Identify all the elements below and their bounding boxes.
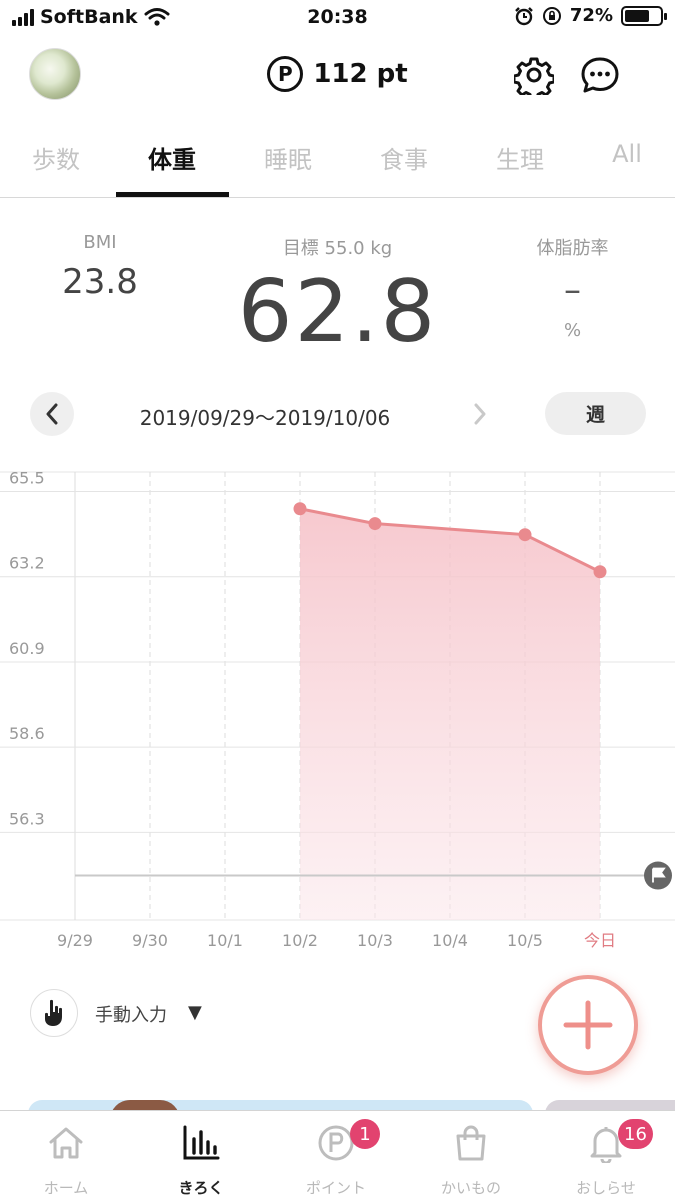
tab-weight[interactable]: 体重	[117, 140, 227, 175]
manual-input-label[interactable]: 手動入力	[95, 1001, 167, 1027]
x-tick-label: 10/4	[432, 931, 468, 950]
nav-shopping-label: かいもの	[440, 1179, 501, 1197]
bmi-value: 23.8	[62, 262, 138, 302]
weight-point	[518, 528, 532, 542]
x-tick-label: 10/2	[282, 931, 318, 950]
battery-level	[625, 9, 650, 22]
tab-all[interactable]: All	[572, 140, 675, 168]
nav-home[interactable]: ホーム	[6, 1111, 126, 1200]
nav-home-label: ホーム	[43, 1179, 89, 1197]
chevron-left-icon	[46, 403, 58, 425]
nav-points-label: ポイント	[305, 1179, 366, 1197]
nav-record[interactable]: きろく	[141, 1111, 261, 1200]
nav-record-label: きろく	[178, 1179, 224, 1197]
y-tick-label: 65.5	[9, 469, 45, 488]
weight-point	[368, 517, 382, 531]
shopping-bag-icon	[456, 1125, 486, 1161]
y-tick-label: 63.2	[9, 554, 45, 573]
nav-points[interactable]: 1 ポイント	[276, 1111, 396, 1200]
nav-notifications[interactable]: 16 おしらせ	[546, 1111, 666, 1200]
body-fat-unit: %	[563, 320, 582, 341]
nav-notifications-label: おしらせ	[576, 1179, 636, 1197]
add-record-button[interactable]	[538, 975, 638, 1075]
chart-icon	[183, 1125, 220, 1160]
weight-chart: 65.5 63.2 60.9 58.6 56.3 9/29 9/30 10/1 10/2 10/3…	[0, 469, 675, 950]
chart-area	[300, 508, 600, 920]
body-fat-label: 体脂肪率	[536, 238, 609, 259]
status-right: 72%	[514, 5, 667, 26]
current-weight: 62.8	[237, 262, 438, 362]
chat-icon[interactable]	[580, 55, 620, 95]
x-tick-label: 9/29	[57, 931, 93, 950]
hand-icon	[45, 999, 62, 1026]
y-tick-label: 60.9	[9, 639, 45, 658]
bottom-navigation: ホーム きろく 1 ポイント かいもの 16 おしらせ	[0, 1110, 675, 1200]
weight-point	[293, 502, 307, 516]
bmi-label: BMI	[83, 232, 117, 253]
nav-shopping[interactable]: かいもの	[411, 1111, 531, 1200]
y-tick-label: 56.3	[9, 809, 45, 828]
next-week-button[interactable]	[462, 392, 498, 436]
chevron-right-icon	[474, 403, 486, 425]
active-tab-indicator	[116, 192, 229, 197]
tab-meal[interactable]: 食事	[349, 140, 459, 175]
home-icon	[49, 1127, 83, 1159]
goal-weight-label: 目標 55.0 kg	[282, 238, 393, 259]
points-value: 112 pt	[313, 59, 408, 89]
tab-steps[interactable]: 歩数	[1, 140, 111, 175]
status-bar: SoftBank 20:38 72%	[0, 0, 675, 36]
x-tick-label: 10/1	[207, 931, 243, 950]
point-icon: P	[267, 56, 304, 92]
previous-week-button[interactable]	[30, 392, 74, 436]
x-tick-label: 10/3	[357, 931, 393, 950]
battery-percent: 72%	[569, 5, 613, 26]
alarm-icon	[515, 6, 533, 25]
y-tick-label: 58.6	[9, 724, 45, 743]
points-display[interactable]: P 112 pt	[0, 56, 675, 92]
tab-sleep[interactable]: 睡眠	[233, 140, 343, 175]
weight-area	[300, 508, 600, 920]
weight-point	[593, 565, 607, 579]
date-range: 2019/09/29〜2019/10/06	[139, 406, 391, 430]
orientation-lock-icon	[542, 6, 561, 25]
x-tick-label: 10/5	[507, 931, 543, 950]
tab-period[interactable]: 生理	[465, 140, 575, 175]
battery-icon	[621, 5, 667, 26]
x-tick-label: 今日	[584, 931, 616, 950]
plus-icon	[563, 1000, 613, 1050]
notifications-badge: 16	[618, 1119, 653, 1149]
body-fat-value: –	[564, 270, 581, 310]
points-badge: 1	[350, 1119, 380, 1149]
manual-input-button[interactable]	[30, 989, 78, 1037]
period-toggle-button[interactable]: 週	[545, 392, 646, 435]
dropdown-arrow-icon[interactable]: ▼	[188, 1002, 202, 1023]
gear-icon[interactable]	[514, 55, 554, 95]
x-tick-label: 9/30	[132, 931, 168, 950]
category-tabs: 歩数 体重 睡眠 食事 生理 All	[0, 120, 675, 198]
